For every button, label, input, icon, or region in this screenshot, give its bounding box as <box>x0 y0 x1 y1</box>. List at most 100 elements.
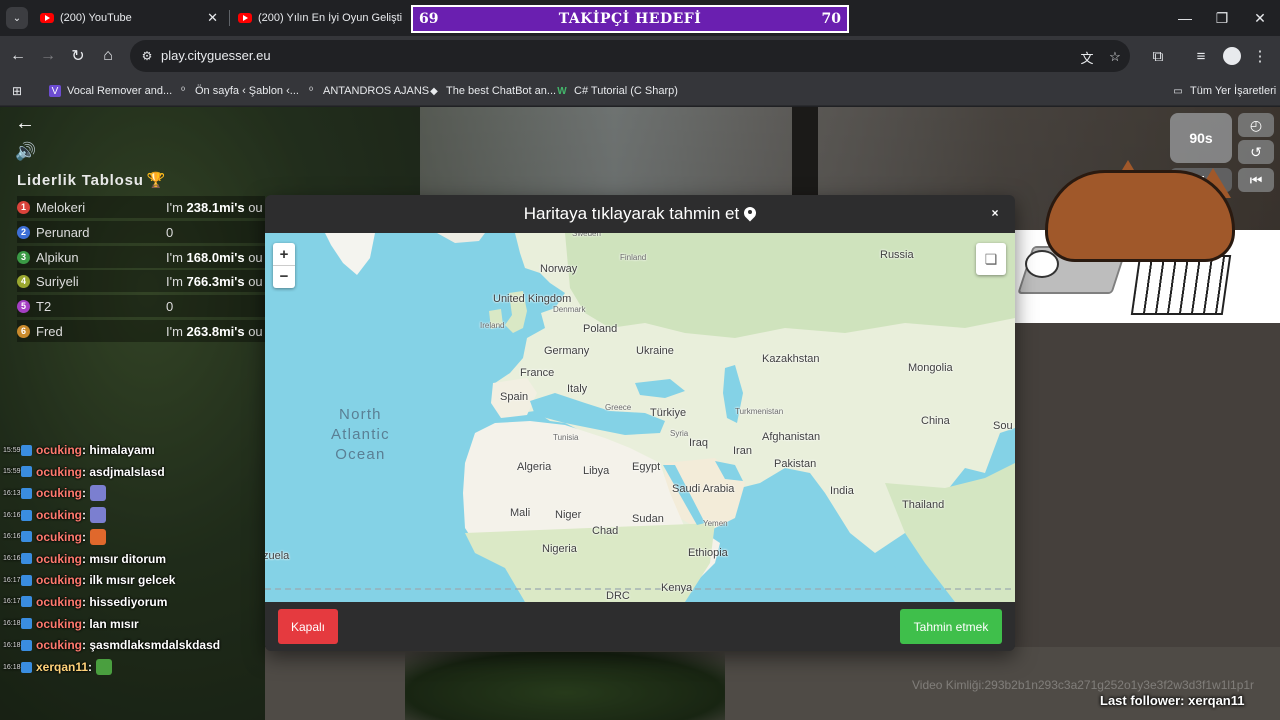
chat-message: 16:18 ocuking : şasmdlaksmdalskdasd <box>3 636 220 654</box>
country-label: Türkiye <box>650 407 687 419</box>
goal-target: 70 <box>821 11 841 27</box>
wordpress-icon: ⁰ <box>180 85 185 97</box>
tab-youtube[interactable]: (200) YouTube ✕ <box>32 4 226 32</box>
guess-modal: Haritaya tıklayarak tahmin et × North At… <box>265 195 1015 651</box>
chat-timestamp: 16:16 <box>3 511 21 519</box>
maximize-icon[interactable]: ❐ <box>1210 6 1234 30</box>
chat-timestamp: 16:17 <box>3 598 21 606</box>
bongo-cat <box>1045 170 1235 262</box>
rank-badge: 1 <box>17 200 30 214</box>
profile-avatar[interactable] <box>1223 47 1241 65</box>
leaderboard-row: 4 Suriyeli I'm 766.3mi's ou <box>17 270 265 292</box>
chat-badge-icon <box>21 509 32 521</box>
score-prefix: I'm <box>166 323 187 339</box>
country-label: Turkmenistan <box>735 407 784 416</box>
bookmark-label: ANTANDROS AJANS <box>323 85 430 97</box>
chat-message: 16:17 ocuking : ilk mısır gelcek <box>3 571 175 589</box>
country-label: Ukraine <box>636 345 674 357</box>
chat-timestamp: 15:59 <box>3 468 21 476</box>
zoom-control: + − <box>273 243 295 288</box>
chat-badge-icon <box>21 444 32 456</box>
all-bookmarks[interactable]: ▭ Tüm Yer İşaretleri <box>1172 82 1276 100</box>
country-label: India <box>830 485 854 497</box>
bookmark-on-sayfa[interactable]: ⁰ Ön sayfa ‹ Şablon ‹... <box>177 82 299 100</box>
chat-username: ocuking <box>36 551 83 566</box>
bookmark-antandros[interactable]: ⁰ ANTANDROS AJANS <box>305 82 429 100</box>
video-id: Video Kimliği:293b2b1n293c3a271g252o1y3e… <box>912 678 1255 692</box>
leaderboard-row: 3 Alpikun I'm 168.0mi's ou <box>17 246 265 268</box>
map-pin-icon <box>744 207 756 221</box>
window-close-icon[interactable]: ✕ <box>1248 6 1272 30</box>
chat-text: : himalayamı <box>82 443 155 457</box>
leaderboard-title-text: Liderlik Tablosu <box>17 172 144 189</box>
score-suffix: ou <box>244 199 263 215</box>
tab-title: (200) YouTube <box>60 12 132 24</box>
chat-text: : asdjmalslasd <box>82 464 165 479</box>
score-suffix: ou <box>244 323 263 339</box>
player-score: I'm 168.0mi's ou <box>166 250 263 265</box>
chat-username: ocuking <box>36 594 83 609</box>
chat-badge-icon <box>21 531 32 543</box>
chat-emote-icon <box>90 528 107 545</box>
site-info-icon[interactable]: ⚙ <box>138 47 156 65</box>
rank-badge: 5 <box>17 299 30 313</box>
land-iceland <box>437 233 485 243</box>
chat-emote-icon <box>90 507 107 524</box>
chat-badge-icon <box>21 553 32 564</box>
bookmark-star-icon[interactable]: ☆ <box>1106 48 1124 66</box>
chat-message: 16:16 ocuking : <box>3 506 107 524</box>
reload-icon[interactable]: ↻ <box>66 44 90 68</box>
country-label: Chad <box>592 525 619 537</box>
tab-youtube-video[interactable]: (200) Yılın En İyi Oyun Geliştirm <box>230 4 410 32</box>
chat-badge-icon <box>21 466 32 478</box>
bookmark-chatbot[interactable]: ◆ The best ChatBot an... <box>428 82 556 100</box>
browser-menu-icon[interactable]: ⋮ <box>1248 44 1272 68</box>
bookmark-label: The best ChatBot an... <box>446 85 557 97</box>
country-label: Sweden <box>572 233 601 238</box>
url-text[interactable]: play.cityguesser.eu <box>161 48 271 63</box>
clock-icon[interactable]: ◴ <box>1238 113 1274 137</box>
country-label: Denmark <box>553 305 586 314</box>
zoom-in-button[interactable]: + <box>273 243 295 265</box>
home-icon[interactable]: ⌂ <box>96 44 120 68</box>
bookmark-csharp[interactable]: W C# Tutorial (C Sharp) <box>556 82 678 100</box>
bongo-paw <box>1025 250 1059 278</box>
country-label: Iceland <box>435 233 461 234</box>
chat-timestamp: 16:18 <box>3 641 21 649</box>
bookmark-vocal-remover[interactable]: V Vocal Remover and... <box>49 82 172 100</box>
game-back-icon[interactable]: ← <box>14 112 36 134</box>
address-bar[interactable]: ⚙ play.cityguesser.eu 文 ☆ <box>130 40 1130 72</box>
chat-message: 16:13 ocuking : <box>3 484 107 502</box>
score-prefix: I'm <box>166 199 187 215</box>
country-label: Ireland <box>480 321 505 330</box>
chat-timestamp: 16:16 <box>3 533 21 541</box>
guess-map[interactable]: North Atlantic Ocean Iceland Sweden Finlan… <box>265 233 1015 602</box>
country-label: Kazakhstan <box>762 353 820 365</box>
chat-username: ocuking <box>36 464 83 479</box>
country-label: Yemen <box>703 519 728 528</box>
cancel-button[interactable]: Kapalı <box>278 609 338 644</box>
tab-search-button[interactable]: ⌄ <box>6 7 28 29</box>
chat-timestamp: 16:17 <box>3 576 21 584</box>
modal-close-icon[interactable]: × <box>988 206 1002 220</box>
sound-icon[interactable]: 🔊 <box>14 141 38 163</box>
tab-close-icon[interactable]: ✕ <box>207 10 218 26</box>
extensions-icon[interactable]: ⧉ <box>1146 44 1170 68</box>
modal-header: Haritaya tıklayarak tahmin et <box>265 195 1015 233</box>
zoom-out-button[interactable]: − <box>273 265 295 287</box>
land-greenland <box>325 233 375 275</box>
apps-icon[interactable]: ⊞ <box>10 84 24 98</box>
round-timer: 90s <box>1170 113 1232 163</box>
country-label: Italy <box>567 383 588 395</box>
minimize-icon[interactable]: — <box>1173 6 1197 30</box>
forward-icon[interactable]: → <box>36 44 60 68</box>
bongo-keyboard <box>1130 255 1232 315</box>
submit-guess-button[interactable]: Tahmin etmek <box>900 609 1002 644</box>
translate-icon[interactable]: 文 <box>1078 48 1096 66</box>
country-label: Niger <box>555 509 582 521</box>
country-label: Spain <box>500 391 529 403</box>
back-icon[interactable]: ← <box>6 44 30 68</box>
media-controls-icon[interactable]: ≡ <box>1189 44 1213 68</box>
layers-icon[interactable]: ❏ <box>976 243 1006 275</box>
goal-title: TAKİPÇİ HEDEFİ <box>558 11 702 27</box>
